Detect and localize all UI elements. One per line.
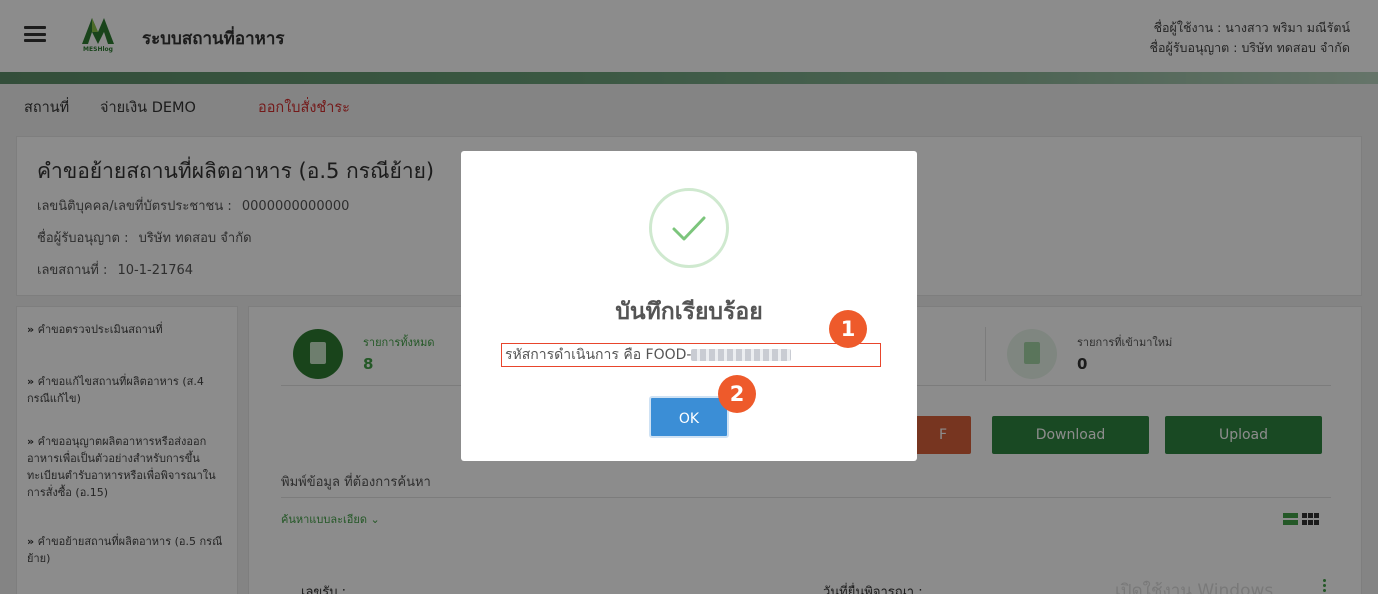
transaction-code-text: รหัสการดำเนินการ คือ FOOD- bbox=[501, 343, 881, 367]
redacted-code bbox=[691, 349, 792, 361]
annotation-badge-1: 1 bbox=[829, 310, 867, 348]
ok-button[interactable]: OK bbox=[649, 396, 729, 438]
success-check-icon bbox=[649, 188, 729, 268]
success-dialog: บันทึกเรียบร้อย รหัสการดำเนินการ คือ FOO… bbox=[461, 151, 917, 461]
annotation-badge-2: 2 bbox=[718, 375, 756, 413]
transaction-code-prefix: รหัสการดำเนินการ คือ FOOD- bbox=[505, 347, 692, 363]
